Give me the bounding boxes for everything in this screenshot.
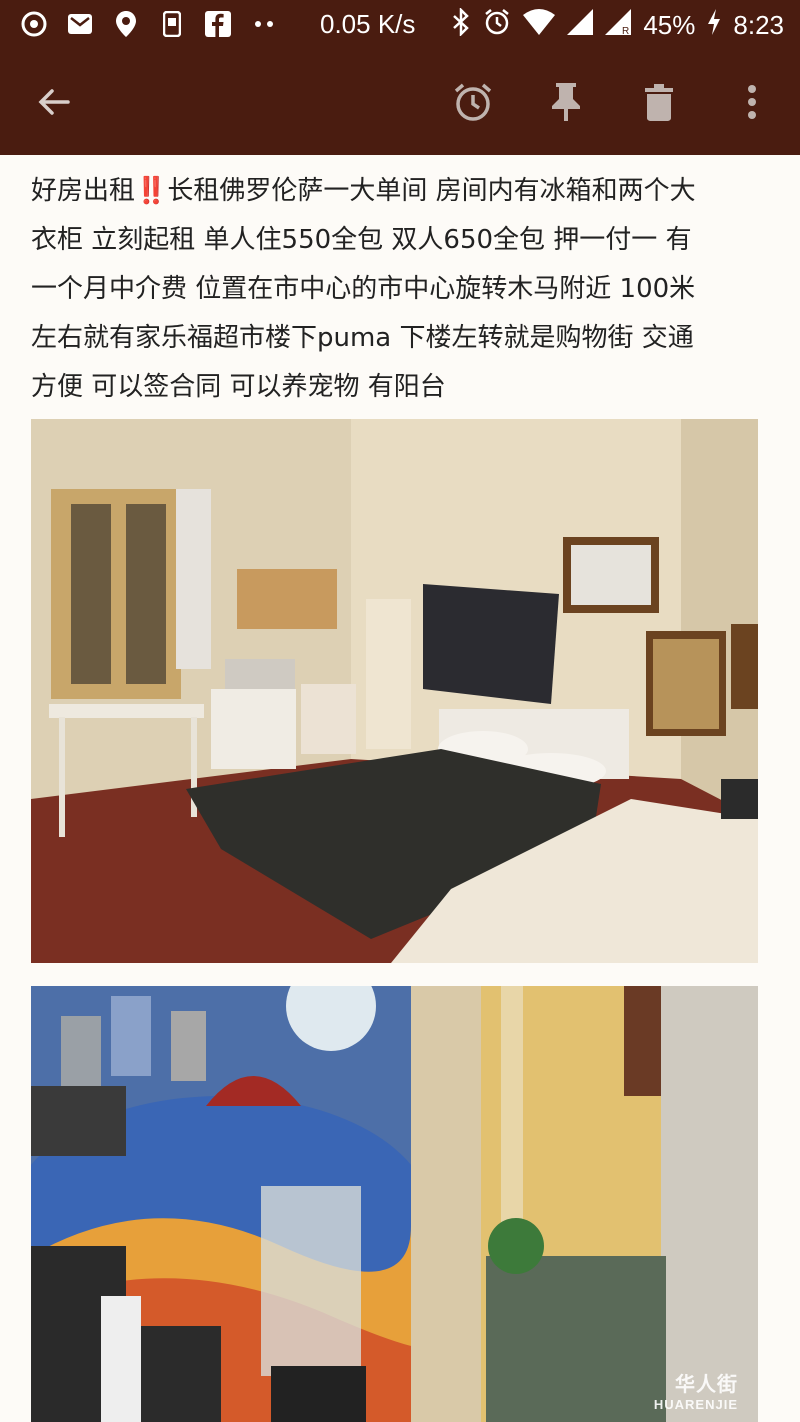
delete-button[interactable]	[635, 78, 683, 126]
network-speed: 0.05 K/s	[320, 9, 416, 39]
signal-icon	[567, 9, 594, 42]
netease-icon	[20, 10, 48, 38]
post-line: 左右就有家乐福超市楼下puma 下楼左转就是购物街 交通	[31, 323, 694, 353]
phone-icon	[158, 10, 186, 38]
battery-level: 45%	[643, 10, 696, 40]
post-body-text: 好房出租‼️长租佛罗伦萨一大单间 房间内有冰箱和两个大 衣柜 立刻起租 单人住5…	[31, 167, 771, 412]
pin-icon	[552, 83, 580, 121]
post-content: 好房出租‼️长租佛罗伦萨一大单间 房间内有冰箱和两个大 衣柜 立刻起租 单人住5…	[0, 155, 800, 1422]
signal-r-icon: R	[605, 9, 632, 42]
bedroom-photo[interactable]	[31, 419, 758, 963]
overflow-menu-icon	[748, 85, 756, 119]
watermark: 华人街 HUARENJIE	[654, 1368, 738, 1412]
more-dots-icon	[250, 10, 278, 38]
status-right-icons: R 45% 8:23	[451, 6, 784, 43]
back-button[interactable]	[30, 78, 78, 126]
alarm-icon	[483, 8, 511, 43]
status-left-icons	[20, 10, 278, 38]
watermark-script: 华人街	[675, 1374, 738, 1396]
location-icon	[112, 10, 140, 38]
post-line: 衣柜 立刻起租 单人住550全包 双人650全包 押一付一 有	[31, 225, 692, 255]
courtyard-photo[interactable]: 华人街 HUARENJIE	[31, 986, 758, 1422]
post-line: 好房出租‼️长租佛罗伦萨一大单间 房间内有冰箱和两个大	[31, 176, 696, 206]
status-bar: 0.05 K/s R 45% 8:23	[0, 0, 800, 50]
clock-time: 8:23	[733, 10, 784, 40]
watermark-latin: HUARENJIE	[653, 1397, 738, 1412]
charging-icon	[707, 9, 721, 42]
wifi-icon	[523, 9, 556, 42]
mail-icon	[66, 10, 94, 38]
post-line: 一个月中介费 位置在市中心的市中心旋转木马附近 100米	[31, 274, 696, 304]
trash-icon	[645, 84, 673, 121]
pin-button[interactable]	[542, 78, 590, 126]
bluetooth-icon	[451, 6, 471, 43]
app-header: 0.05 K/s R 45% 8:23	[0, 0, 800, 155]
post-line: 方便 可以签合同 可以养宠物 有阳台	[31, 372, 446, 402]
svg-text:R: R	[622, 26, 629, 35]
back-arrow-icon	[38, 89, 70, 115]
toolbar	[0, 62, 800, 142]
alarm-icon	[454, 83, 492, 121]
overflow-menu-button[interactable]	[728, 78, 776, 126]
facebook-icon	[204, 10, 232, 38]
reminder-button[interactable]	[449, 78, 497, 126]
